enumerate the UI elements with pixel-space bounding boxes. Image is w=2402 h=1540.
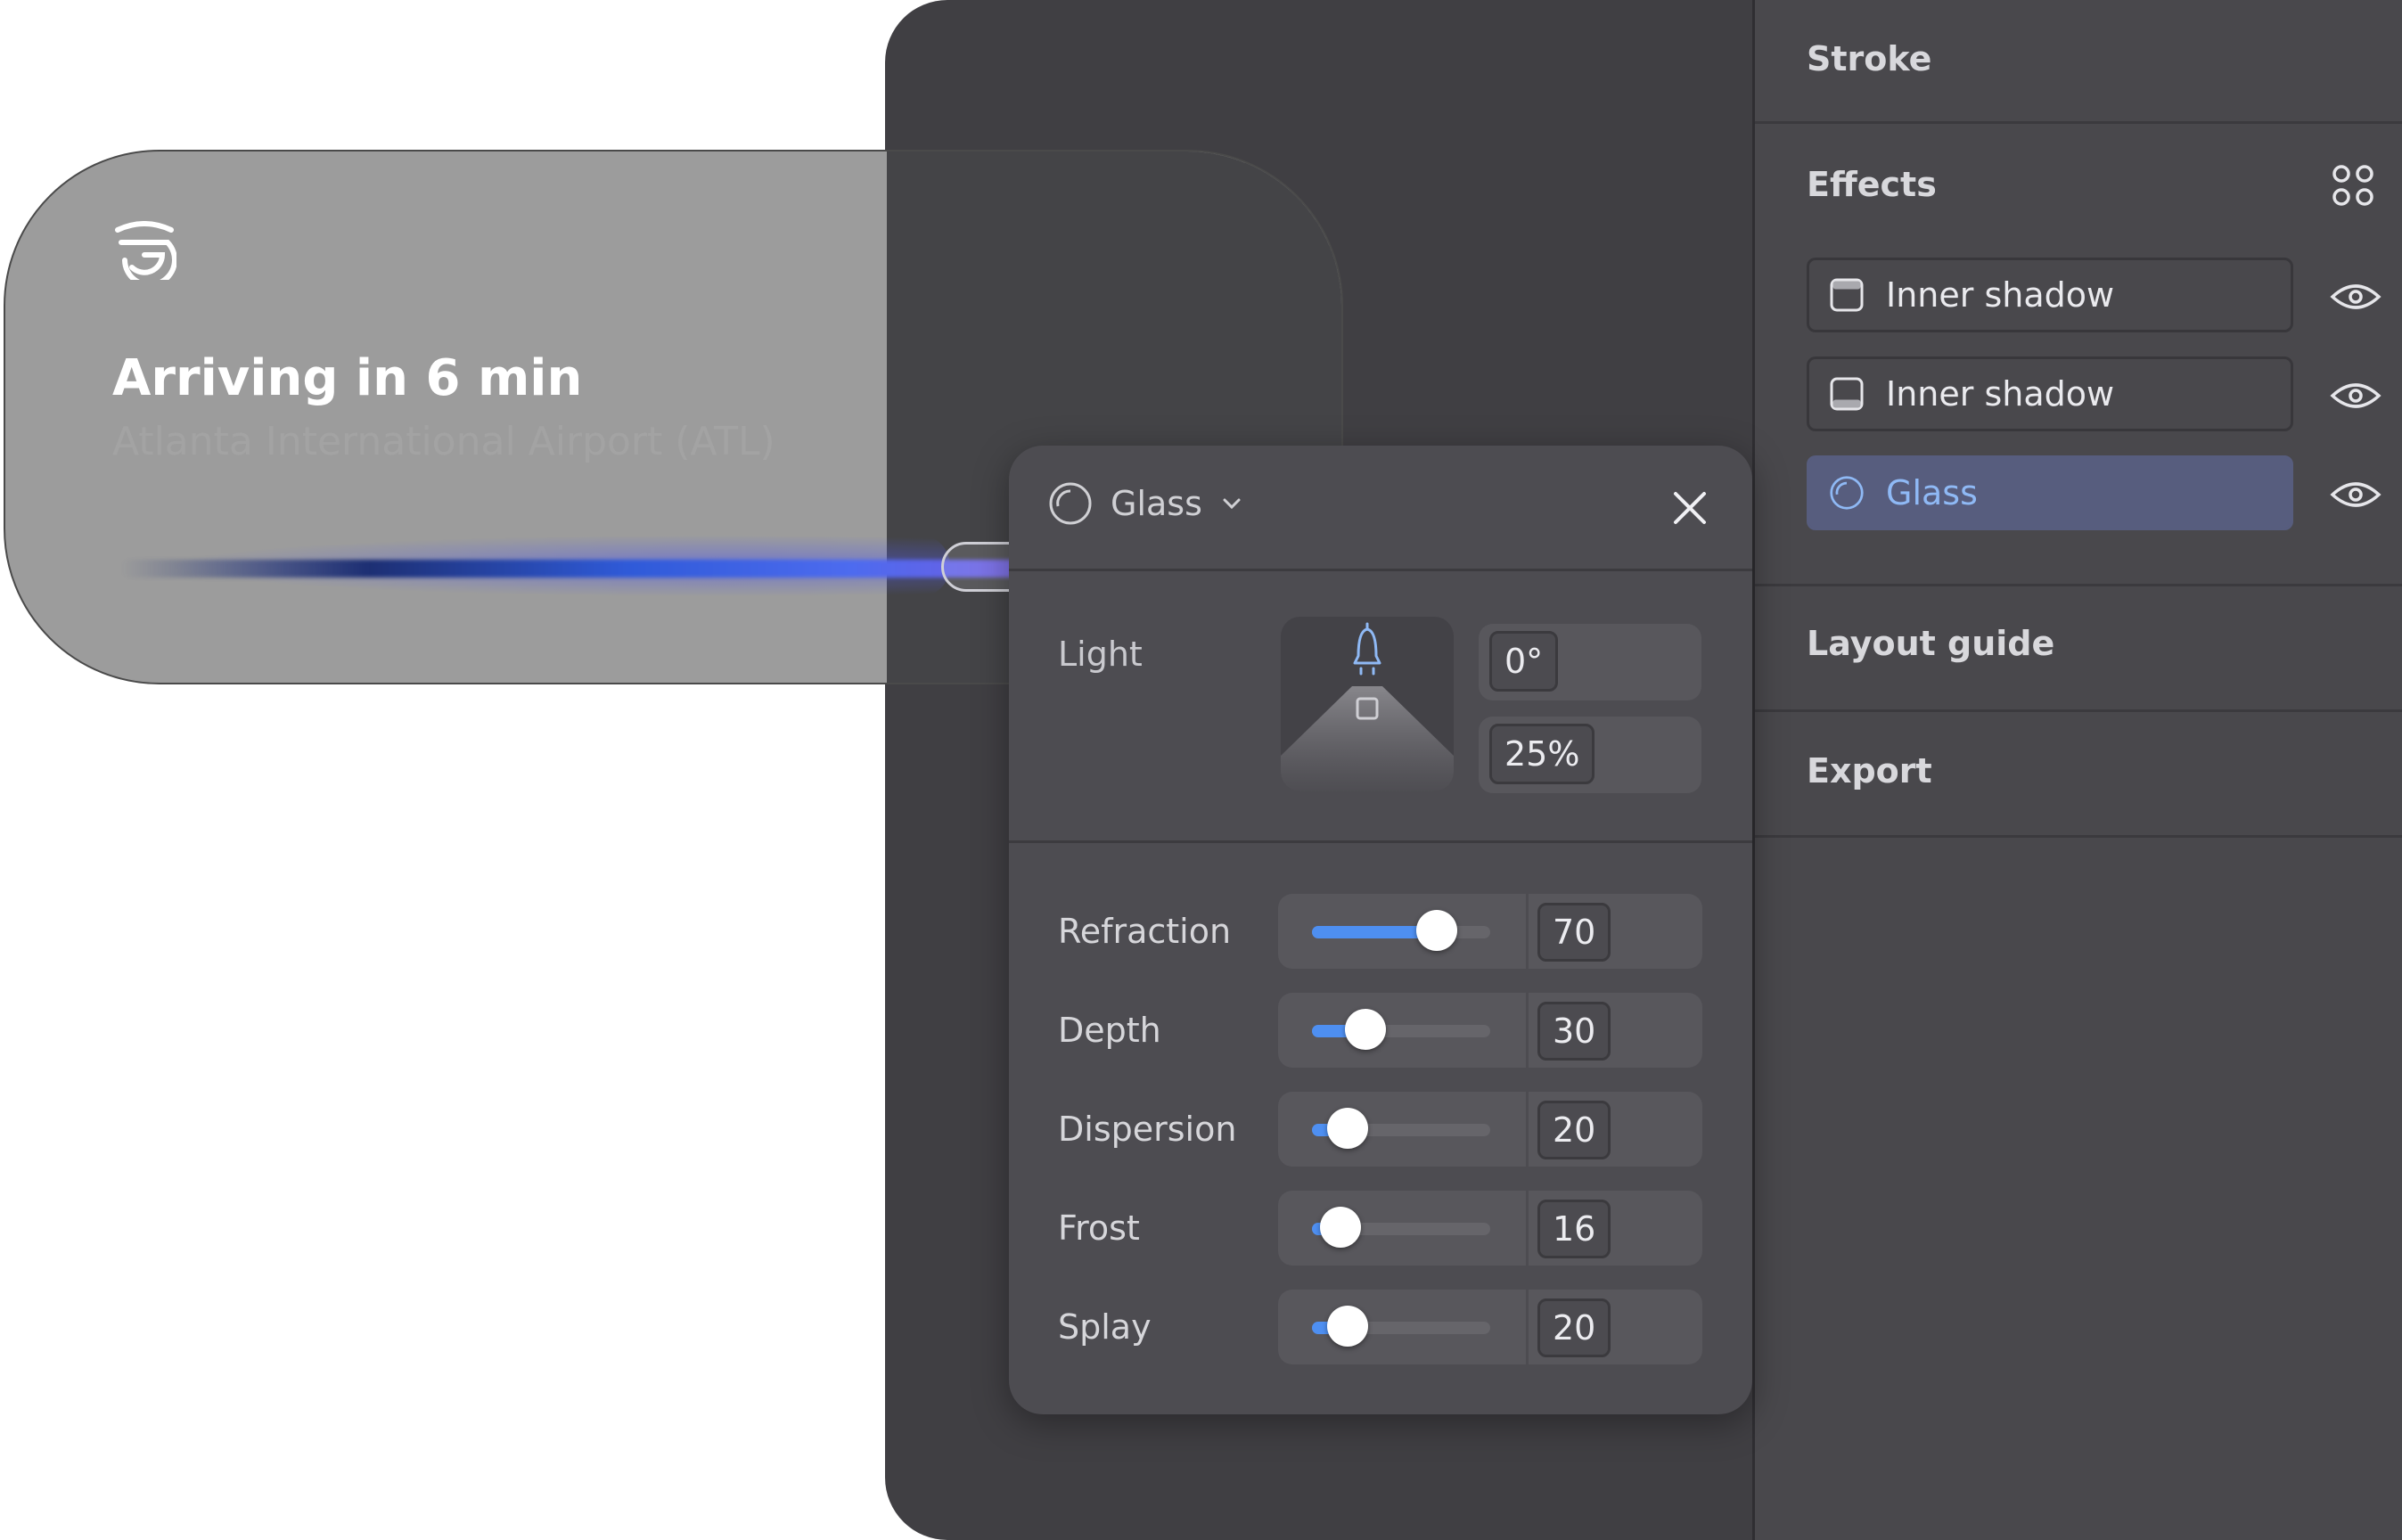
effect-type-dropdown[interactable]: Glass: [1048, 481, 1242, 526]
layout-guide-title: Layout guide: [1807, 624, 2055, 663]
slider-value-field[interactable]: 20: [1529, 1092, 1702, 1167]
inner-shadow-bottom-icon: [1830, 377, 1864, 411]
slider-row-splay: Splay 20: [1009, 1290, 1752, 1364]
slider-value[interactable]: 30: [1537, 1002, 1611, 1061]
glass-effect-popover: Glass Light 0° 25% Refraction 70 Depth 3…: [1009, 446, 1752, 1414]
slider-value-field[interactable]: 16: [1529, 1191, 1702, 1266]
light-direction-control[interactable]: [1281, 617, 1454, 791]
arrival-subtitle: Atlanta International Airport (ATL): [112, 419, 775, 464]
effects-title: Effects: [1807, 165, 1937, 204]
slider-value-field[interactable]: 70: [1529, 894, 1702, 969]
slider-thumb[interactable]: [1327, 1306, 1368, 1347]
light-preview: [1281, 622, 1454, 791]
slider-value[interactable]: 20: [1537, 1298, 1611, 1357]
export-section[interactable]: Export: [1755, 712, 2402, 838]
slider-thumb[interactable]: [1416, 910, 1457, 951]
slider-track[interactable]: [1312, 1306, 1490, 1347]
popover-divider: [1009, 840, 1752, 843]
export-title: Export: [1807, 751, 1932, 790]
glass-icon: [1049, 482, 1092, 525]
slider-value[interactable]: 16: [1537, 1200, 1611, 1258]
light-angle-field[interactable]: 0°: [1479, 624, 1701, 700]
stroke-title: Stroke: [1807, 39, 1932, 78]
effect-type-label: Glass: [1111, 484, 1202, 523]
slider-thumb[interactable]: [1327, 1108, 1368, 1149]
slider-label: Depth: [1058, 1011, 1161, 1050]
slider-control[interactable]: [1278, 894, 1526, 969]
slider-track[interactable]: [1312, 1207, 1490, 1248]
popover-header: Glass: [1009, 446, 1752, 571]
slider-control[interactable]: [1278, 993, 1526, 1068]
light-intensity-field[interactable]: 25%: [1479, 717, 1701, 793]
slider-control[interactable]: [1278, 1290, 1526, 1364]
lamp-icon: [1353, 622, 1381, 676]
glass-icon: [1830, 476, 1864, 510]
slider-value[interactable]: 70: [1537, 903, 1611, 962]
slider-track[interactable]: [1312, 1009, 1490, 1050]
slider-label: Dispersion: [1058, 1110, 1237, 1149]
slider-label: Frost: [1058, 1208, 1140, 1248]
light-intensity-value[interactable]: 25%: [1489, 724, 1595, 784]
slider-track[interactable]: [1312, 910, 1490, 951]
stroke-section[interactable]: Stroke: [1755, 0, 2402, 124]
visibility-eye-icon[interactable]: [2330, 380, 2382, 412]
slider-thumb[interactable]: [1320, 1207, 1361, 1248]
effects-section: Effects Inner shadow Inner shadow Glass: [1755, 124, 2402, 586]
slider-value-field[interactable]: 20: [1529, 1290, 1702, 1364]
visibility-eye-icon[interactable]: [2330, 281, 2382, 313]
light-label: Light: [1058, 635, 1143, 674]
chevron-down-icon: [1223, 498, 1241, 510]
effect-row-glass[interactable]: Glass: [1807, 455, 2293, 530]
slider-label: Splay: [1058, 1307, 1152, 1347]
slider-label: Refraction: [1058, 912, 1232, 951]
slider-track[interactable]: [1312, 1108, 1490, 1149]
close-icon[interactable]: [1670, 488, 1709, 528]
light-angle-value[interactable]: 0°: [1489, 631, 1559, 692]
effect-row-inner-shadow-1[interactable]: Inner shadow: [1807, 258, 2293, 332]
effects-styles-icon[interactable]: [2331, 163, 2375, 208]
effect-row-inner-shadow-2[interactable]: Inner shadow: [1807, 356, 2293, 431]
slider-value-field[interactable]: 30: [1529, 993, 1702, 1068]
slider-value[interactable]: 20: [1537, 1101, 1611, 1159]
visibility-eye-icon[interactable]: [2330, 479, 2382, 511]
effect-label: Glass: [1886, 473, 1978, 512]
arrival-title: Arriving in 6 min: [112, 349, 583, 407]
slider-row-dispersion: Dispersion 20: [1009, 1092, 1752, 1167]
inspector-panel: Stroke Effects Inner shadow Inner shadow…: [1752, 0, 2402, 1540]
layout-guide-section[interactable]: Layout guide: [1755, 586, 2402, 712]
slider-row-frost: Frost 16: [1009, 1191, 1752, 1266]
inner-shadow-top-icon: [1830, 278, 1864, 312]
slider-control[interactable]: [1278, 1092, 1526, 1167]
effect-label: Inner shadow: [1886, 374, 2115, 414]
slider-thumb[interactable]: [1345, 1009, 1386, 1050]
slider-control[interactable]: [1278, 1191, 1526, 1266]
slider-row-depth: Depth 30: [1009, 993, 1752, 1068]
slider-row-refraction: Refraction 70: [1009, 894, 1752, 969]
effect-label: Inner shadow: [1886, 275, 2115, 315]
brand-g-logo-icon: [115, 221, 176, 280]
